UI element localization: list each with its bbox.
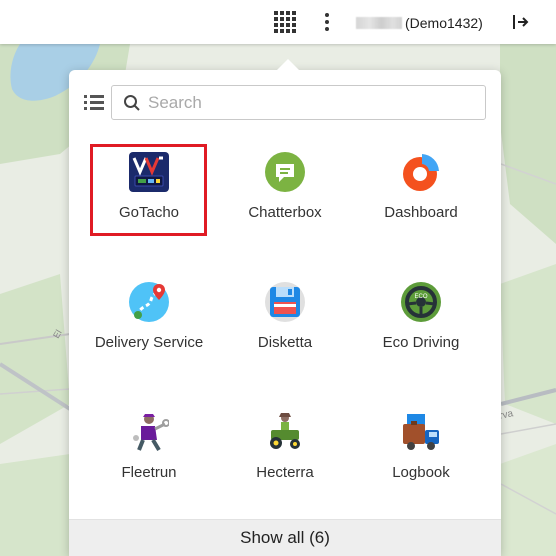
top-bar: (Demo1432) — [0, 0, 556, 44]
app-label: Disketta — [257, 334, 313, 351]
popup-caret — [276, 59, 300, 71]
delivery-route-icon — [129, 282, 169, 322]
apps-grid-icon[interactable] — [274, 11, 296, 33]
app-label: GoTacho — [118, 204, 180, 221]
app-launcher-popup: GoTacho Chatterbox Dashboard — [69, 70, 501, 556]
app-label: Logbook — [392, 464, 450, 481]
dashboard-pie-icon — [403, 154, 439, 191]
app-tile-gotacho[interactable]: GoTacho — [81, 136, 217, 226]
truck-logbook-icon — [403, 414, 439, 450]
app-label: Hecterra — [256, 464, 314, 481]
app-tile-hecterra[interactable]: Hecterra — [217, 396, 353, 486]
app-tile-eco-driving[interactable]: ECO Eco Driving — [353, 266, 489, 356]
search-input[interactable] — [148, 92, 478, 114]
tractor-icon — [270, 413, 300, 449]
search-icon — [124, 95, 140, 111]
gotacho-icon — [129, 152, 169, 192]
app-tile-logbook[interactable]: Logbook — [353, 396, 489, 486]
app-tile-fleetrun[interactable]: Fleetrun — [81, 396, 217, 486]
app-label: Chatterbox — [248, 204, 322, 221]
app-tile-disketta[interactable]: Disketta — [217, 266, 353, 356]
user-name-blurred — [356, 17, 402, 29]
svg-text:ECO: ECO — [414, 294, 427, 300]
list-view-icon[interactable] — [84, 95, 104, 111]
app-label: Dashboard — [384, 204, 458, 221]
app-label: Delivery Service — [94, 334, 204, 351]
mechanic-icon — [133, 414, 169, 452]
show-all-button[interactable]: Show all (6) — [69, 519, 501, 556]
user-account[interactable]: (Demo1432) — [356, 13, 483, 33]
eco-steering-wheel-icon: ECO — [401, 282, 441, 322]
user-tag: (Demo1432) — [405, 15, 483, 31]
chat-bubble-icon — [265, 152, 305, 192]
app-tile-chatterbox[interactable]: Chatterbox — [217, 136, 353, 226]
app-label: Eco Driving — [382, 334, 460, 351]
app-tile-delivery-service[interactable]: Delivery Service — [81, 266, 217, 356]
kebab-menu-icon[interactable] — [318, 11, 336, 33]
floppy-disk-icon — [265, 282, 305, 322]
app-tile-dashboard[interactable]: Dashboard — [353, 136, 489, 226]
app-label: Fleetrun — [121, 464, 177, 481]
search-box — [111, 85, 486, 120]
logout-icon[interactable] — [510, 12, 530, 32]
